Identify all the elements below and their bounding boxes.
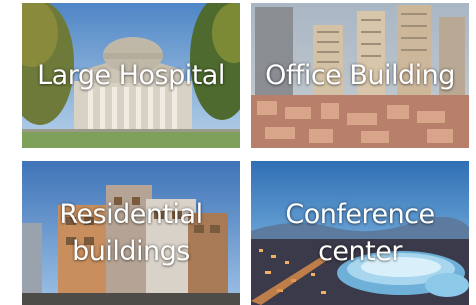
- tile-label: Conference center: [285, 199, 435, 267]
- category-grid: Large Hospital Office Building Residenti…: [0, 0, 476, 305]
- tile-label: Large Hospital: [37, 60, 225, 91]
- tile-conference-center[interactable]: Conference center: [251, 161, 469, 305]
- tile-label: Office Building: [265, 60, 455, 91]
- tile-residential-buildings[interactable]: Residential buildings: [22, 161, 240, 305]
- tile-office-building[interactable]: Office Building: [251, 3, 469, 148]
- tile-large-hospital[interactable]: Large Hospital: [22, 3, 240, 148]
- tile-label: Residential buildings: [59, 199, 203, 267]
